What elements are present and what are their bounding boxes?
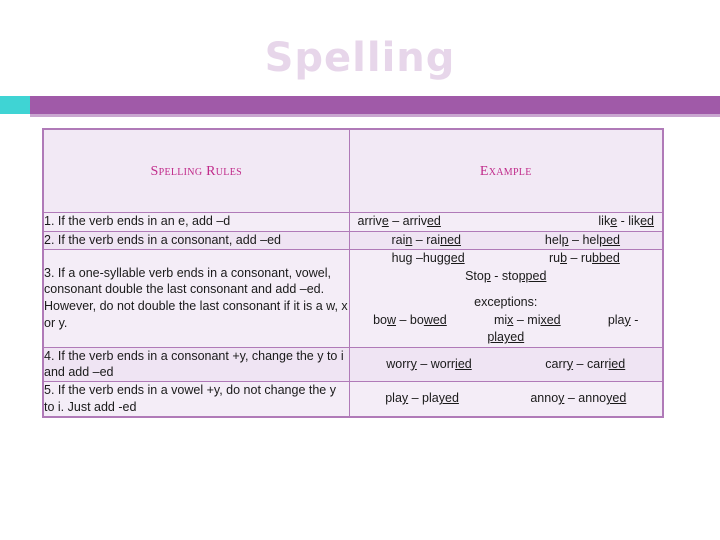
example-item: hug –hugged <box>391 251 465 265</box>
example-item: annoy – annoyed <box>530 391 627 406</box>
table-row: 5. If the verb ends in a vowel +y, do no… <box>42 381 664 418</box>
accent-bar-teal <box>0 96 30 114</box>
table-row: 1. If the verb ends in an e, add –d arri… <box>42 212 664 232</box>
example-item: play - <box>607 312 639 327</box>
table-row: 4. If the verb ends in a consonant +y, c… <box>42 346 664 383</box>
header-cell-rules: Spelling Rules <box>42 128 350 213</box>
rule-cell-1: 1. If the verb ends in an e, add –d <box>42 212 350 232</box>
example-item: arrive – arrived <box>357 214 441 228</box>
table-row: 3. If a one-syllable verb ends in a cons… <box>42 249 664 348</box>
example-item: play – played <box>385 391 459 406</box>
example-item: Stop - stopped <box>465 268 547 283</box>
example-cell-4: worry – worried carry – carried <box>348 346 664 383</box>
rule-cell-2: 2. If the verb ends in a consonant, add … <box>42 230 350 250</box>
example-item: like - liked <box>598 214 654 228</box>
example-cell-5: play – played annoy – annoyed <box>348 381 664 418</box>
example-cell-2: rain – rained help – helped <box>348 230 664 250</box>
table-header-row: Spelling Rules Example <box>42 128 664 213</box>
header-bar-purple <box>30 96 720 114</box>
example-item: rain – rained <box>391 232 461 247</box>
page-title: Spelling <box>264 35 456 81</box>
example-item: carry – carried <box>545 356 626 371</box>
spelling-rules-table-wrapper: Spelling Rules Example 1. If the verb en… <box>42 128 664 418</box>
example-item: bow – bowed <box>373 312 447 327</box>
header-cell-example: Example <box>348 128 664 213</box>
rule-cell-5: 5. If the verb ends in a vowel +y, do no… <box>42 381 350 418</box>
header-label-example: Example <box>479 164 532 179</box>
spelling-rules-table: Spelling Rules Example 1. If the verb en… <box>42 128 664 418</box>
example-cell-1: arrive – arrived like - liked <box>348 212 664 232</box>
example-cell-3: hug –hugged rub – rubbed Stop - stopped … <box>348 249 664 348</box>
example-item: worry – worried <box>386 356 472 371</box>
example-item: rub – rubbed <box>548 251 620 265</box>
header-bar-thin <box>30 114 720 117</box>
header-label-rules: Spelling Rules <box>150 164 242 179</box>
table-row: 2. If the verb ends in a consonant, add … <box>42 230 664 250</box>
exceptions-label: exceptions: <box>474 295 538 309</box>
rule-cell-3: 3. If a one-syllable verb ends in a cons… <box>42 249 350 348</box>
example-item: help – helped <box>544 232 621 247</box>
example-item: mix – mixed <box>493 312 561 327</box>
example-item: played <box>487 330 525 344</box>
rule-cell-4: 4. If the verb ends in a consonant +y, c… <box>42 346 350 383</box>
